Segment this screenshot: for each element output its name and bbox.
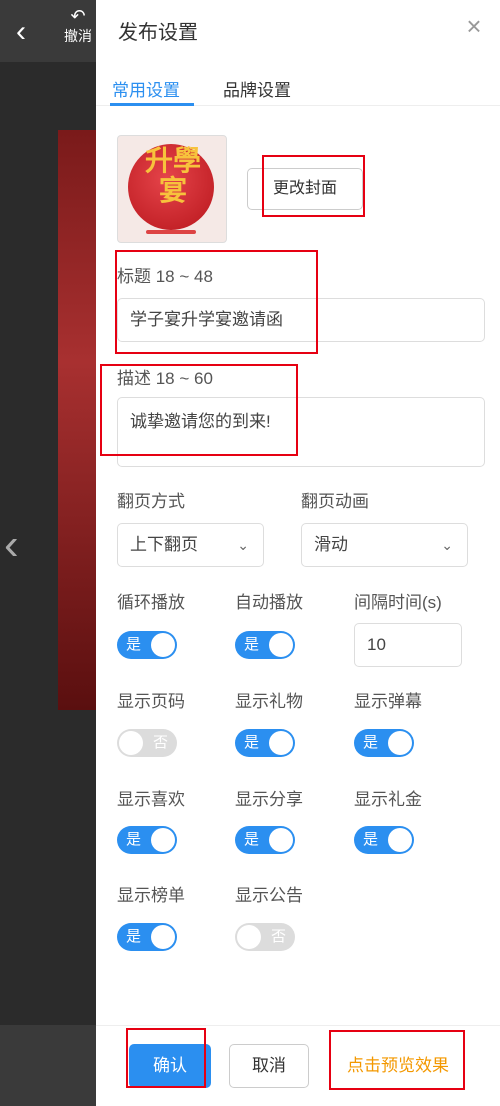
- show-ranking-label: 显示榜单: [117, 886, 185, 905]
- annotation-box: [329, 1030, 465, 1090]
- undo-label: 撤消: [64, 28, 92, 44]
- annotation-box: [262, 155, 365, 217]
- show-gift-money-label: 显示礼金: [354, 790, 422, 809]
- cancel-button[interactable]: 取消: [229, 1044, 309, 1088]
- page-turn-animation-value: 滑动: [314, 535, 348, 554]
- show-notice-toggle[interactable]: 否: [235, 923, 295, 951]
- panel-header: 发布设置 ×: [96, 0, 500, 58]
- show-gift-money-toggle[interactable]: 是: [354, 826, 414, 854]
- cover-image-text: 升學宴: [144, 144, 201, 207]
- autoplay-toggle[interactable]: 是: [235, 631, 295, 659]
- toggle-knob: [151, 828, 175, 852]
- toggle-text: 是: [126, 831, 142, 848]
- chevron-down-icon: ⌄: [441, 537, 453, 553]
- page-turn-mode-label: 翻页方式: [117, 492, 185, 511]
- toggle-knob: [269, 633, 293, 657]
- show-page-number-label: 显示页码: [117, 692, 185, 711]
- loop-play-label: 循环播放: [117, 593, 185, 612]
- active-tab-indicator: [110, 103, 194, 106]
- show-like-label: 显示喜欢: [117, 790, 185, 809]
- annotation-box: [115, 250, 318, 354]
- page-turn-animation-select[interactable]: 滑动 ⌄: [301, 523, 468, 567]
- annotation-box: [126, 1028, 206, 1088]
- tab-common-settings[interactable]: 常用设置: [112, 76, 180, 101]
- toggle-knob: [269, 828, 293, 852]
- annotation-box: [100, 364, 298, 456]
- toggle-knob: [237, 925, 261, 949]
- tab-brand-settings[interactable]: 品牌设置: [223, 76, 291, 101]
- page-turn-mode-value: 上下翻页: [130, 535, 198, 554]
- undo-icon: ↶: [70, 6, 86, 26]
- toggle-knob: [151, 633, 175, 657]
- show-barrage-label: 显示弹幕: [354, 692, 422, 711]
- toggle-knob: [151, 925, 175, 949]
- show-gift-label: 显示礼物: [235, 692, 303, 711]
- toggle-text: 是: [126, 636, 142, 653]
- toggle-knob: [119, 731, 143, 755]
- cover-image[interactable]: 升學宴: [117, 135, 227, 243]
- toggle-text: 是: [363, 734, 379, 751]
- toggle-text: 是: [126, 928, 142, 945]
- cover-decoration: [146, 230, 196, 234]
- show-gift-toggle[interactable]: 是: [235, 729, 295, 757]
- toggle-text: 是: [244, 636, 260, 653]
- toggle-text: 是: [244, 734, 260, 751]
- publish-settings-panel: 发布设置 × 常用设置 品牌设置 升學宴 更改封面 标题 18 ~ 48 学子宴…: [96, 0, 500, 1106]
- settings-tabs: 常用设置 品牌设置: [96, 62, 500, 106]
- show-page-number-toggle[interactable]: 否: [117, 729, 177, 757]
- toggle-text: 否: [270, 928, 286, 945]
- toggle-knob: [388, 828, 412, 852]
- page-turn-animation-label: 翻页动画: [301, 492, 369, 511]
- interval-input[interactable]: 10: [354, 623, 462, 667]
- show-like-toggle[interactable]: 是: [117, 826, 177, 854]
- show-share-toggle[interactable]: 是: [235, 826, 295, 854]
- undo-button[interactable]: ↶ 撤消: [58, 6, 98, 46]
- show-ranking-toggle[interactable]: 是: [117, 923, 177, 951]
- back-icon[interactable]: ‹: [8, 14, 34, 50]
- toggle-text: 是: [244, 831, 260, 848]
- toggle-text: 否: [152, 734, 168, 751]
- show-share-label: 显示分享: [235, 790, 303, 809]
- chevron-down-icon: ⌄: [237, 537, 249, 553]
- page-turn-mode-select[interactable]: 上下翻页 ⌄: [117, 523, 264, 567]
- toggle-text: 是: [363, 831, 379, 848]
- interval-label: 间隔时间(s): [354, 593, 442, 612]
- show-barrage-toggle[interactable]: 是: [354, 729, 414, 757]
- toggle-knob: [388, 731, 412, 755]
- prev-page-icon[interactable]: ‹: [4, 520, 19, 570]
- autoplay-label: 自动播放: [235, 593, 303, 612]
- panel-title: 发布设置: [118, 22, 198, 44]
- close-icon[interactable]: ×: [462, 13, 486, 39]
- loop-play-toggle[interactable]: 是: [117, 631, 177, 659]
- toggle-knob: [269, 731, 293, 755]
- show-notice-label: 显示公告: [235, 886, 303, 905]
